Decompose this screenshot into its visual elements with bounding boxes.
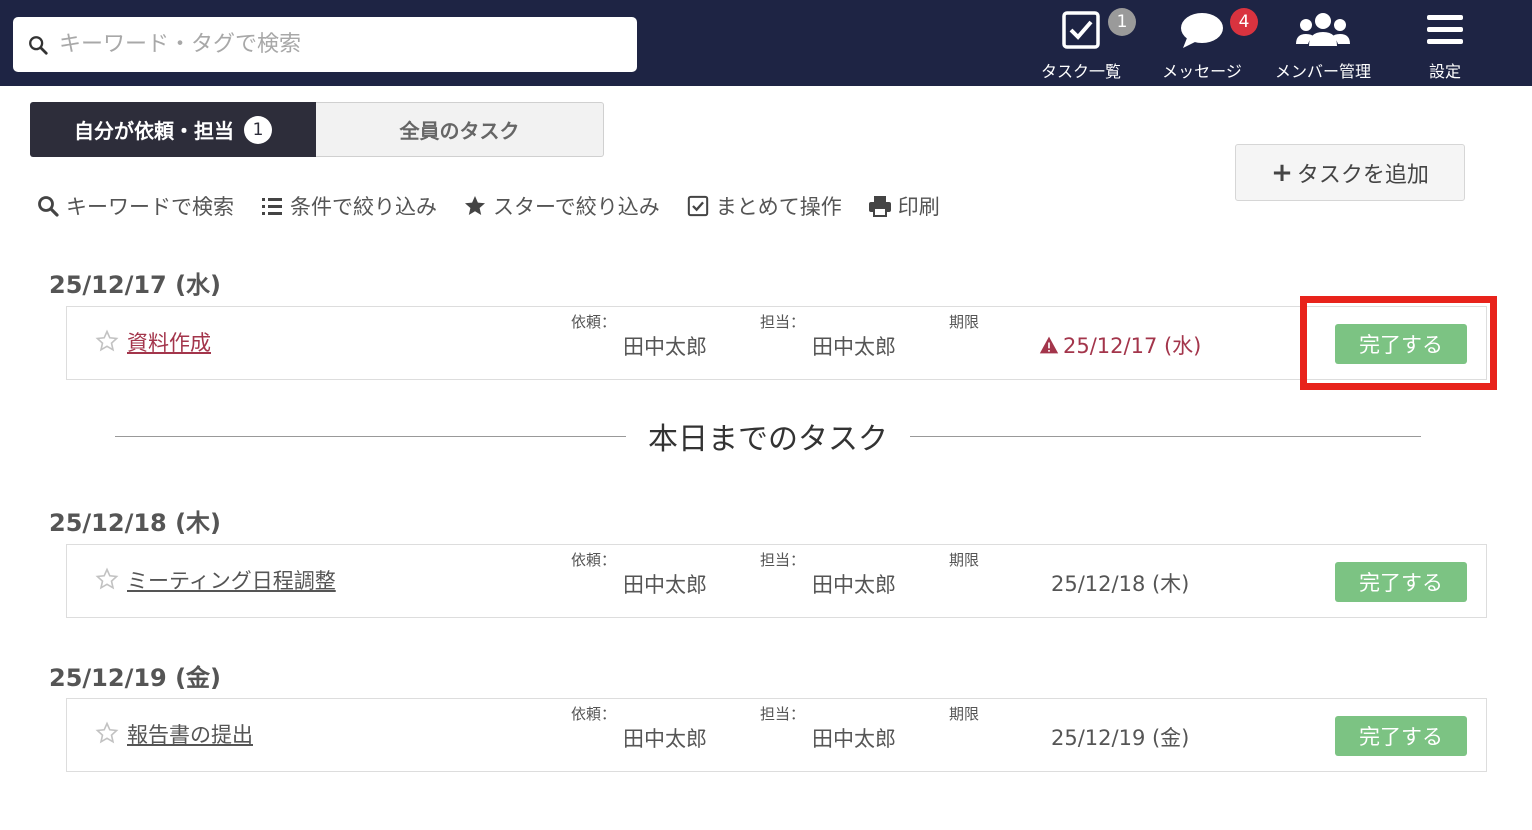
tab-my-tasks-label: 自分が依頼・担当	[74, 119, 234, 143]
due-label: 期限	[949, 705, 980, 723]
task-title-link[interactable]: ミーティング日程調整	[127, 565, 336, 595]
tab-all-tasks[interactable]: 全員のタスク	[316, 102, 604, 157]
assignee-label: 担当：	[760, 551, 806, 569]
star-outline-icon[interactable]	[95, 329, 119, 353]
keyword-search-label: キーワードで検索	[66, 195, 234, 219]
requester-name: 田中太郎	[623, 727, 707, 751]
add-task-label: タスクを追加	[1296, 162, 1429, 188]
printer-icon	[868, 196, 891, 217]
tab-my-tasks[interactable]: 自分が依頼・担当 1	[30, 102, 316, 157]
filter-conditions-label: 条件で絞り込み	[290, 195, 437, 219]
assignee-name: 田中太郎	[812, 335, 896, 359]
add-task-button[interactable]: + タスクを追加	[1235, 144, 1465, 201]
nav-member-management[interactable]: メンバー管理	[1270, 8, 1376, 82]
checkbox-icon	[687, 195, 708, 217]
divider-line	[910, 435, 1421, 437]
task-row: 報告書の提出 依頼： 田中太郎 担当： 田中太郎 期限 25/12/19 (金)…	[66, 698, 1487, 772]
checkbox-icon	[1062, 11, 1100, 49]
print-label: 印刷	[897, 195, 940, 219]
star-filled-icon	[465, 196, 485, 215]
due-label: 期限	[949, 313, 980, 331]
due-date: 25/12/18 (木)	[1051, 568, 1189, 598]
nav-settings-label: 設定	[1428, 62, 1461, 81]
due-date-text: 25/12/17 (水)	[1063, 334, 1202, 358]
task-scope-tabs: 自分が依頼・担当 1 全員のタスク	[30, 102, 604, 157]
keyword-search-button[interactable]: キーワードで検索	[36, 191, 234, 221]
message-count-badge: 4	[1230, 8, 1258, 36]
complete-task-button[interactable]: 完了する	[1335, 324, 1467, 364]
due-date-overdue: 25/12/17 (水)	[1039, 330, 1201, 360]
assignee-label: 担当：	[760, 705, 806, 723]
due-date-text: 25/12/19 (金)	[1051, 726, 1190, 750]
complete-task-button[interactable]: 完了する	[1335, 562, 1467, 602]
date-heading: 25/12/18 (木)	[49, 509, 222, 537]
today-divider: 本日までのタスク	[115, 418, 1421, 457]
nav-task-list-label: タスク一覧	[1040, 62, 1121, 81]
today-divider-label: 本日までのタスク	[648, 422, 888, 457]
chat-bubble-icon	[1181, 13, 1223, 48]
global-search-input[interactable]	[59, 32, 599, 57]
global-search-box[interactable]	[13, 17, 637, 72]
plus-icon: +	[1271, 157, 1293, 188]
filter-conditions-button[interactable]: 条件で絞り込み	[260, 191, 437, 221]
top-header: タスク一覧 1 メッセージ 4 メンバー管理 設定	[0, 0, 1532, 86]
date-heading: 25/12/17 (水)	[49, 271, 222, 299]
users-icon	[1296, 13, 1350, 46]
nav-messages[interactable]: メッセージ 4	[1156, 8, 1258, 82]
task-toolbar: キーワードで検索 条件で絞り込み スターで絞り込み まとめて操作 印刷	[36, 188, 966, 224]
due-date-text: 25/12/18 (木)	[1051, 572, 1190, 596]
assignee-name: 田中太郎	[812, 573, 896, 597]
complete-task-button[interactable]: 完了する	[1335, 716, 1467, 756]
print-button[interactable]: 印刷	[868, 191, 940, 221]
search-icon	[38, 196, 59, 217]
assignee-name: 田中太郎	[812, 727, 896, 751]
search-icon	[29, 35, 48, 55]
nav-settings[interactable]: 設定	[1415, 8, 1475, 82]
task-title-link[interactable]: 報告書の提出	[127, 719, 253, 749]
list-icon	[262, 198, 282, 215]
hamburger-menu-icon	[1427, 15, 1463, 44]
bulk-operation-label: まとめて操作	[715, 195, 842, 219]
filter-star-button[interactable]: スターで絞り込み	[463, 191, 660, 221]
assignee-label: 担当：	[760, 313, 806, 331]
date-heading: 25/12/19 (金)	[49, 664, 222, 692]
requester-label: 依頼：	[571, 313, 617, 331]
due-label: 期限	[949, 551, 980, 569]
task-row: ミーティング日程調整 依頼： 田中太郎 担当： 田中太郎 期限 25/12/18…	[66, 544, 1487, 618]
requester-name: 田中太郎	[623, 573, 707, 597]
requester-label: 依頼：	[571, 551, 617, 569]
task-count-badge: 1	[1108, 8, 1136, 36]
requester-name: 田中太郎	[623, 335, 707, 359]
divider-line	[115, 435, 626, 437]
filter-star-label: スターで絞り込み	[493, 195, 660, 219]
nav-messages-label: メッセージ	[1162, 62, 1242, 81]
bulk-operation-button[interactable]: まとめて操作	[686, 191, 842, 221]
due-date: 25/12/19 (金)	[1051, 722, 1189, 752]
tab-all-tasks-label: 全員のタスク	[399, 119, 520, 143]
task-row: 資料作成 依頼： 田中太郎 担当： 田中太郎 期限 25/12/17 (水) 完…	[66, 306, 1487, 380]
tab-my-tasks-badge: 1	[244, 115, 272, 144]
star-outline-icon[interactable]	[95, 567, 119, 591]
warning-icon	[1039, 336, 1059, 354]
requester-label: 依頼：	[571, 705, 617, 723]
task-title-link[interactable]: 資料作成	[127, 327, 211, 357]
nav-member-management-label: メンバー管理	[1274, 62, 1371, 81]
star-outline-icon[interactable]	[95, 721, 119, 745]
nav-task-list[interactable]: タスク一覧 1	[1036, 8, 1136, 82]
